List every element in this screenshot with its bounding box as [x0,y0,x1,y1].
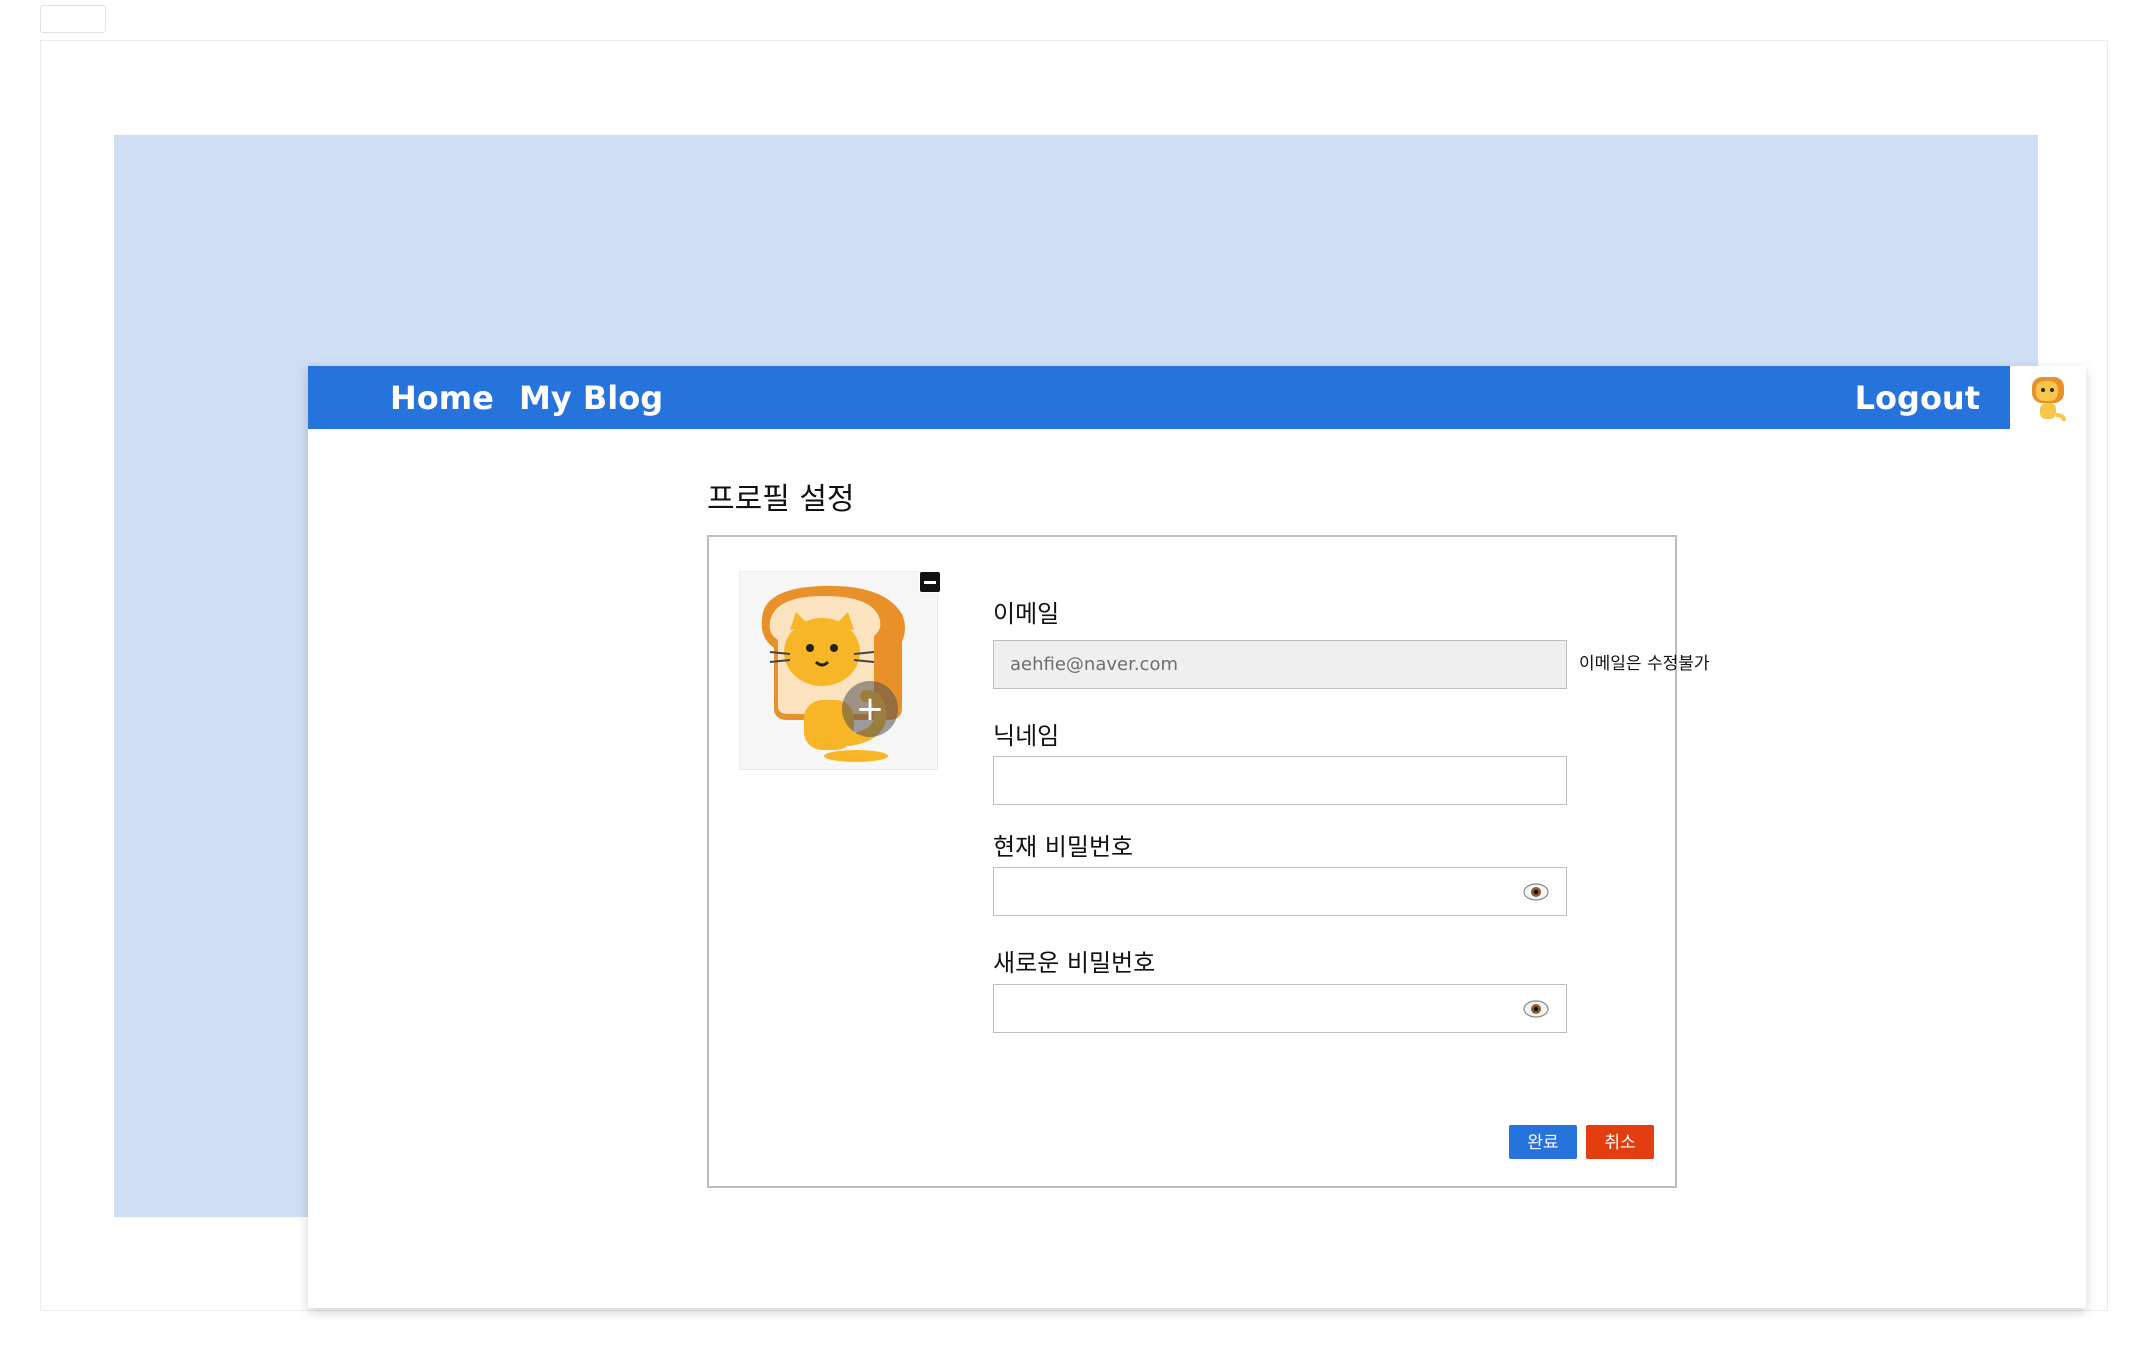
profile-image[interactable]: + [739,571,938,770]
eye-icon [1523,883,1549,901]
eye-icon [1523,1000,1549,1018]
confirm-button[interactable]: 완료 [1509,1125,1577,1159]
user-avatar[interactable] [2010,366,2086,429]
nickname-label: 닉네임 [993,722,1060,750]
top-navbar: Home My Blog Logout [308,366,2010,429]
main-card: Home My Blog Logout 프로필 설정 + 이메일 aehfie@… [308,366,2086,1308]
current-password-label: 현재 비밀번호 [993,833,1134,861]
cancel-button[interactable]: 취소 [1586,1125,1654,1159]
bread-cat-avatar-icon [2032,376,2066,421]
page-title: 프로필 설정 [707,482,855,517]
nav-home-link[interactable]: Home [390,376,494,420]
show-new-password-button[interactable] [1521,994,1551,1024]
email-readonly-note: 이메일은 수정불가 [1579,654,1710,674]
nav-logout-link[interactable]: Logout [1855,376,1980,420]
show-current-password-button[interactable] [1521,877,1551,907]
new-password-field[interactable] [993,984,1567,1033]
remove-image-button[interactable] [919,571,941,593]
browser-tab-placeholder [40,5,106,33]
add-image-button[interactable]: + [842,681,898,737]
bread-cat-image-icon [761,585,905,762]
new-password-label: 새로운 비밀번호 [993,949,1156,977]
current-password-field[interactable] [993,867,1567,916]
nickname-field[interactable] [993,756,1567,805]
nav-my-blog-link[interactable]: My Blog [519,376,663,420]
profile-form: + 이메일 닉네임 현재 비밀번호 새로운 비밀번호 [707,535,1677,1188]
email-label: 이메일 [993,600,1060,628]
minus-icon [924,580,936,584]
email-field[interactable] [993,640,1567,689]
page-background: Home My Blog Logout 프로필 설정 + 이메일 aehfie@… [114,135,2086,1308]
